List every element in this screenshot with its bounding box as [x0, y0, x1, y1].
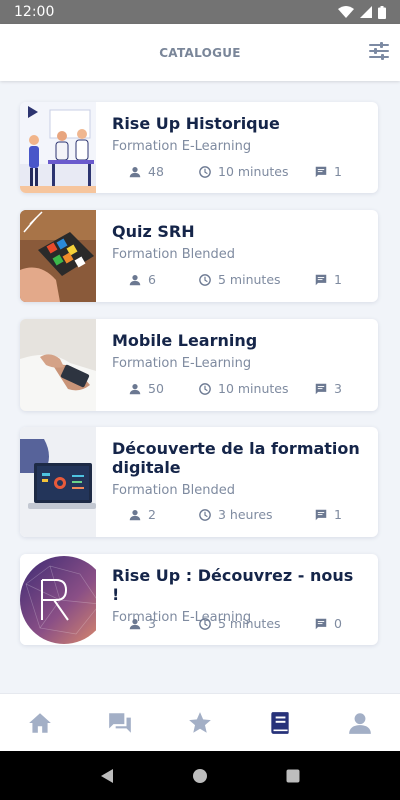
course-thumbnail — [20, 427, 96, 537]
status-time: 12:00 — [14, 4, 55, 20]
clock-icon — [199, 165, 211, 178]
nav-favorites[interactable] — [160, 694, 240, 751]
laptop-dashboard-photo — [20, 427, 96, 537]
home-icon — [29, 712, 51, 733]
learners-value: 48 — [148, 164, 164, 179]
comments-value: 1 — [334, 507, 342, 522]
duration-value: 10 minutes — [218, 381, 289, 396]
nav-catalogue[interactable] — [240, 694, 320, 751]
comments-count: 1 — [302, 164, 342, 179]
learners-value: 50 — [148, 381, 164, 396]
comments-count: 3 — [302, 381, 342, 396]
course-card[interactable]: Mobile Learning Formation E-Learning 50 … — [20, 319, 378, 411]
home-button-icon[interactable] — [192, 768, 208, 784]
learners-value: 2 — [148, 507, 156, 522]
rise-up-logo-image — [20, 554, 96, 645]
learners-value: 3 — [148, 616, 156, 631]
comment-icon — [315, 618, 327, 629]
course-meta: 2 3 heures 1 — [112, 507, 366, 522]
learners-value: 6 — [148, 272, 156, 287]
clock-icon — [199, 382, 211, 395]
comments-value: 3 — [334, 381, 342, 396]
comment-icon — [315, 166, 327, 177]
course-thumbnail — [20, 319, 96, 411]
learners-count: 50 — [112, 381, 182, 396]
course-type: Formation E-Learning — [112, 356, 252, 371]
course-title: Quiz SRH — [112, 222, 195, 241]
duration-value: 3 heures — [218, 507, 273, 522]
page-title: CATALOGUE — [159, 45, 241, 60]
meeting-illustration — [20, 102, 96, 193]
star-icon — [189, 711, 211, 733]
wifi-icon — [338, 6, 354, 18]
back-icon[interactable] — [99, 768, 115, 784]
system-nav-bar — [0, 751, 400, 800]
course-type: Formation Blended — [112, 483, 236, 498]
nav-messages[interactable] — [80, 694, 160, 751]
phone-hand-photo — [20, 319, 96, 411]
course-meta: 50 10 minutes 3 — [112, 381, 366, 396]
clock-icon — [199, 508, 211, 521]
course-meta: 3 5 minutes 0 — [112, 616, 366, 631]
course-thumbnail — [20, 554, 96, 645]
course-card[interactable]: Quiz SRH Formation Blended 6 5 minutes 1 — [20, 210, 378, 302]
sliders-icon — [369, 42, 389, 60]
clock-icon — [199, 617, 211, 630]
comment-icon — [315, 509, 327, 520]
bottom-nav — [0, 693, 400, 751]
recents-icon[interactable] — [285, 768, 301, 784]
course-card[interactable]: Rise Up Historique Formation E-Learning … — [20, 102, 378, 193]
person-icon — [129, 509, 141, 520]
comments-count: 0 — [302, 616, 342, 631]
person-icon — [129, 383, 141, 394]
nav-home[interactable] — [0, 694, 80, 751]
profile-icon — [349, 712, 371, 734]
duration: 5 minutes — [182, 616, 302, 631]
comment-icon — [315, 274, 327, 285]
course-thumbnail — [20, 210, 96, 302]
duration-value: 5 minutes — [218, 272, 281, 287]
learners-count: 2 — [112, 507, 182, 522]
course-type: Formation E-Learning — [112, 139, 252, 154]
course-card[interactable]: Rise Up : Découvrez - nous ! Formation E… — [20, 554, 378, 645]
learners-count: 48 — [112, 164, 182, 179]
course-meta: 6 5 minutes 1 — [112, 272, 366, 287]
signal-icon — [360, 6, 372, 18]
duration-value: 10 minutes — [218, 164, 289, 179]
course-title: Rise Up : Découvrez - nous ! — [112, 566, 354, 604]
course-title: Rise Up Historique — [112, 114, 280, 133]
course-card[interactable]: Découverte de la formation digitale Form… — [20, 427, 378, 537]
comments-count: 1 — [302, 272, 342, 287]
comments-count: 1 — [302, 507, 342, 522]
status-icons — [338, 5, 386, 19]
person-icon — [129, 618, 141, 629]
learners-count: 3 — [112, 616, 182, 631]
battery-icon — [378, 5, 386, 19]
duration: 5 minutes — [182, 272, 302, 287]
duration: 10 minutes — [182, 164, 302, 179]
rubiks-cube-photo — [20, 210, 96, 302]
status-bar: 12:00 — [0, 0, 400, 24]
clock-icon — [199, 273, 211, 286]
comment-icon — [315, 383, 327, 394]
duration: 3 heures — [182, 507, 302, 522]
app-header: CATALOGUE — [0, 24, 400, 81]
person-icon — [129, 274, 141, 285]
course-title: Découverte de la formation digitale — [112, 439, 360, 477]
book-icon — [271, 711, 289, 734]
course-title: Mobile Learning — [112, 331, 258, 350]
comments-value: 0 — [334, 616, 342, 631]
course-meta: 48 10 minutes 1 — [112, 164, 366, 179]
learners-count: 6 — [112, 272, 182, 287]
course-thumbnail — [20, 102, 96, 193]
duration-value: 5 minutes — [218, 616, 281, 631]
comments-value: 1 — [334, 164, 342, 179]
filter-button[interactable] — [368, 40, 390, 62]
course-type: Formation Blended — [112, 247, 236, 262]
person-icon — [129, 166, 141, 177]
comments-value: 1 — [334, 272, 342, 287]
duration: 10 minutes — [182, 381, 302, 396]
nav-profile[interactable] — [320, 694, 400, 751]
chat-icon — [109, 712, 131, 733]
